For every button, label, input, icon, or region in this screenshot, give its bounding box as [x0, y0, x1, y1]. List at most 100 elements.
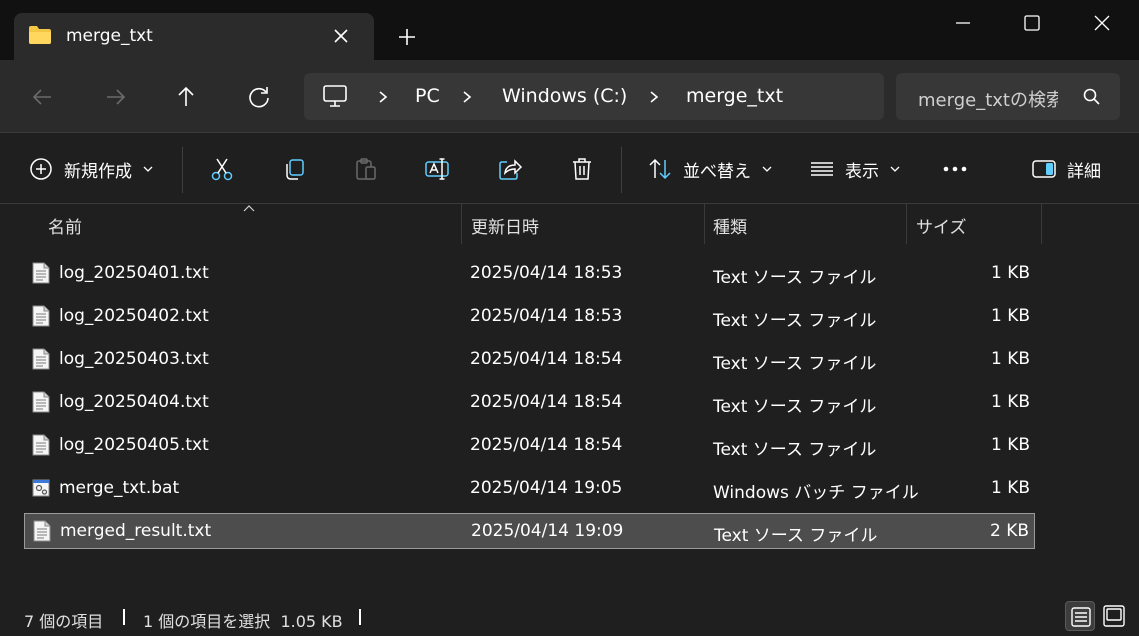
file-date: 2025/04/14 18:54 — [470, 349, 623, 369]
file-size: 2 KB — [989, 521, 1029, 541]
address-bar[interactable]: PC Windows (C:) merge_txt — [304, 73, 884, 120]
chevron-right-icon[interactable] — [647, 89, 661, 105]
file-size: 1 KB — [990, 263, 1030, 283]
breadcrumb-merge-txt[interactable]: merge_txt — [686, 85, 783, 107]
text-file-icon — [32, 391, 50, 413]
file-type: Text ソース ファイル — [713, 268, 877, 288]
search-input[interactable]: merge_txtの検索 — [918, 86, 1058, 112]
file-row[interactable]: log_20250404.txt 2025/04/14 18:54 Text ソ… — [24, 385, 1035, 421]
file-name: merged_result.txt — [60, 521, 212, 541]
file-type: Windows バッチ ファイル — [713, 483, 919, 503]
status-separator — [123, 609, 125, 625]
new-button[interactable]: 新規作成 — [28, 155, 154, 183]
tab-title: merge_txt — [66, 26, 153, 46]
column-divider[interactable] — [1041, 204, 1042, 244]
chevron-right-icon[interactable] — [376, 89, 390, 105]
selection-info: 1 個の項目を選択 1.05 KB — [143, 612, 343, 631]
status-separator — [359, 609, 361, 625]
copy-icon — [286, 159, 304, 180]
column-header-size[interactable]: サイズ — [916, 204, 1036, 244]
batch-file-icon — [32, 479, 50, 497]
file-size: 1 KB — [990, 349, 1030, 369]
up-arrow-icon[interactable] — [173, 84, 199, 110]
tab-merge-txt[interactable]: merge_txt — [14, 13, 374, 60]
details-view-icon — [1071, 607, 1091, 627]
file-type: Text ソース ファイル — [713, 354, 877, 374]
chevron-down-icon — [890, 166, 900, 172]
share-icon — [499, 159, 523, 180]
chevron-right-icon[interactable] — [460, 89, 474, 105]
pc-icon[interactable] — [322, 84, 348, 108]
file-row[interactable]: log_20250401.txt 2025/04/14 18:53 Text ソ… — [24, 256, 1035, 292]
file-row[interactable]: log_20250403.txt 2025/04/14 18:54 Text ソ… — [24, 342, 1035, 378]
large-icons-view-button[interactable] — [1099, 601, 1129, 631]
column-header-name[interactable]: 名前 — [48, 204, 458, 244]
sort-arrows-icon — [649, 158, 671, 180]
column-divider[interactable] — [704, 204, 705, 244]
back-arrow-icon[interactable] — [30, 84, 56, 110]
status-bar: 7 個の項目 1 個の項目を選択 1.05 KB — [0, 598, 1139, 636]
sort-label: 並べ替え — [683, 161, 751, 182]
text-file-icon — [33, 520, 51, 542]
close-tab-icon[interactable] — [330, 25, 352, 47]
text-file-icon — [32, 348, 50, 370]
delete-button[interactable] — [569, 155, 595, 183]
clipboard-icon — [356, 158, 376, 180]
sort-button[interactable]: 並べ替え — [647, 155, 773, 183]
details-pane-icon — [1032, 160, 1056, 178]
file-row[interactable]: log_20250402.txt 2025/04/14 18:53 Text ソ… — [24, 299, 1035, 335]
text-file-icon — [32, 305, 50, 327]
column-divider[interactable] — [906, 204, 907, 244]
search-box[interactable]: merge_txtの検索 — [896, 73, 1120, 120]
trash-icon — [573, 158, 591, 180]
file-name: log_20250405.txt — [59, 435, 209, 455]
file-date: 2025/04/14 18:54 — [470, 435, 623, 455]
folder-icon — [29, 26, 51, 44]
file-date: 2025/04/14 18:54 — [470, 392, 623, 412]
view-label: 表示 — [845, 161, 879, 182]
file-size: 1 KB — [990, 435, 1030, 455]
file-row[interactable]: merge_txt.bat 2025/04/14 19:05 Windows バ… — [24, 471, 1035, 507]
maximize-icon[interactable] — [1021, 12, 1043, 34]
minimize-icon[interactable] — [952, 12, 974, 34]
command-bar: 新規作成 並べ替え 表示 詳細 — [0, 132, 1139, 204]
column-header-type[interactable]: 種類 — [713, 204, 903, 244]
file-size: 1 KB — [990, 306, 1030, 326]
breadcrumb-windows-c[interactable]: Windows (C:) — [502, 85, 627, 107]
details-view-button[interactable] — [1065, 601, 1095, 631]
file-size: 1 KB — [990, 478, 1030, 498]
toolbar-divider — [621, 147, 622, 193]
view-button[interactable]: 表示 — [809, 155, 901, 183]
file-size: 1 KB — [990, 392, 1030, 412]
scissors-icon — [211, 158, 233, 181]
details-pane-button[interactable]: 詳細 — [1031, 155, 1101, 183]
refresh-icon[interactable] — [246, 84, 272, 110]
file-date: 2025/04/14 19:09 — [471, 521, 624, 541]
forward-arrow-icon[interactable] — [102, 84, 128, 110]
details-label: 詳細 — [1067, 161, 1101, 182]
file-date: 2025/04/14 18:53 — [470, 263, 623, 283]
file-type: Text ソース ファイル — [713, 311, 877, 331]
more-options-button[interactable] — [942, 155, 968, 183]
text-file-icon — [32, 434, 50, 456]
rename-button[interactable] — [424, 155, 450, 183]
search-icon[interactable] — [1082, 87, 1102, 107]
close-window-icon[interactable] — [1091, 12, 1113, 34]
file-date: 2025/04/14 19:05 — [470, 478, 623, 498]
share-button[interactable] — [497, 155, 523, 183]
column-header-date[interactable]: 更新日時 — [471, 204, 701, 244]
paste-button[interactable] — [353, 155, 379, 183]
new-tab-icon[interactable] — [396, 26, 418, 48]
view-list-icon — [811, 162, 833, 176]
new-label: 新規作成 — [64, 161, 132, 182]
navigation-bar: PC Windows (C:) merge_txt merge_txtの検索 — [0, 60, 1139, 132]
column-divider[interactable] — [461, 204, 462, 244]
cut-button[interactable] — [209, 155, 235, 183]
copy-button[interactable] — [281, 155, 307, 183]
title-bar: merge_txt — [0, 0, 1139, 60]
breadcrumb-pc[interactable]: PC — [415, 85, 440, 107]
chevron-down-icon — [762, 166, 772, 172]
file-row[interactable]: log_20250405.txt 2025/04/14 18:54 Text ソ… — [24, 428, 1035, 464]
file-type: Text ソース ファイル — [713, 397, 877, 417]
file-row-selected[interactable]: merged_result.txt 2025/04/14 19:09 Text … — [24, 513, 1035, 549]
